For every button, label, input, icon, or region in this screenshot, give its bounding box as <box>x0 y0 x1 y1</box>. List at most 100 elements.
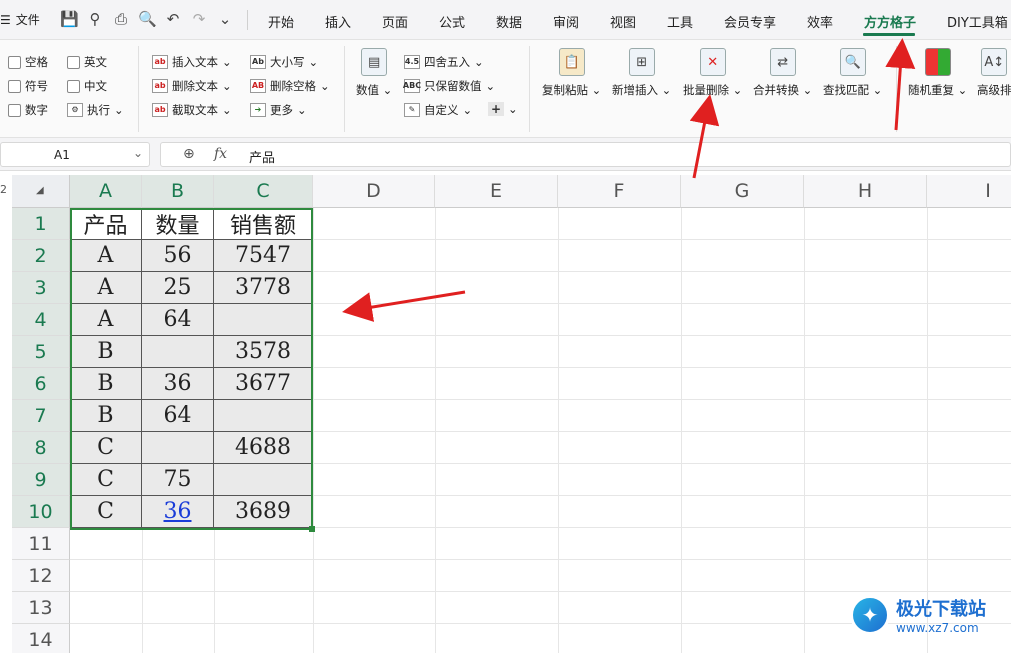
delete-space-button[interactable]: AB 删除空格 ⌄ <box>250 78 330 94</box>
advanced-sort-button[interactable]: A↕ 高级排 <box>977 48 1011 98</box>
cell-a6[interactable]: B <box>70 368 142 400</box>
chevron-down-icon[interactable]: ⌄ <box>216 10 234 28</box>
redo-icon[interactable]: ↷ <box>190 10 208 28</box>
row-header-1[interactable]: 1 <box>12 208 70 240</box>
cell-b8[interactable] <box>142 432 214 464</box>
batch-delete-button[interactable]: ✕ 批量删除 ⌄ <box>683 48 742 98</box>
name-box[interactable]: A1 ⌄ <box>0 142 150 167</box>
custom-button[interactable]: ✎ 自定义 ⌄ <box>404 102 472 118</box>
cell-a4[interactable]: A <box>70 304 142 336</box>
copy-paste-button[interactable]: 📋 复制粘贴 ⌄ <box>542 48 601 98</box>
column-header-c[interactable]: C <box>214 175 313 208</box>
row-header-14[interactable]: 14 <box>12 624 70 653</box>
cell-b3[interactable]: 25 <box>142 272 214 304</box>
row-header-7[interactable]: 7 <box>12 400 70 432</box>
checkbox-english[interactable]: 英文 <box>67 54 107 70</box>
cell-c10[interactable]: 3689 <box>214 496 313 528</box>
row-header-11[interactable]: 11 <box>12 528 70 560</box>
cell-a1[interactable]: 产品 <box>70 208 142 240</box>
format-painter-icon[interactable]: ⚲ <box>86 10 104 28</box>
column-header-h[interactable]: H <box>804 175 927 208</box>
column-header-g[interactable]: G <box>681 175 804 208</box>
case-button[interactable]: Ab 大小写 ⌄ <box>250 54 318 70</box>
keep-values-button[interactable]: ABC 只保留数值 ⌄ <box>403 78 495 94</box>
column-header-i[interactable]: I <box>927 175 1011 208</box>
tab-tools[interactable]: 工具 <box>667 12 693 31</box>
column-header-f[interactable]: F <box>558 175 681 208</box>
cell-b5[interactable] <box>142 336 214 368</box>
cell-a9[interactable]: C <box>70 464 142 496</box>
cell-b10[interactable]: 36 <box>142 496 214 528</box>
cell-b7[interactable]: 64 <box>142 400 214 432</box>
cell-b2[interactable]: 56 <box>142 240 214 272</box>
tab-view[interactable]: 视图 <box>610 12 636 31</box>
round-button[interactable]: 4.5 四舍五入 ⌄ <box>404 54 484 70</box>
row-header-2[interactable]: 2 <box>12 240 70 272</box>
tab-member[interactable]: 会员专享 <box>724 12 776 31</box>
cell-c3[interactable]: 3778 <box>214 272 313 304</box>
fx-icon[interactable]: fx <box>214 146 227 162</box>
row-header-6[interactable]: 6 <box>12 368 70 400</box>
fill-handle[interactable] <box>309 526 315 532</box>
tab-review[interactable]: 审阅 <box>553 12 579 31</box>
checkbox-symbol[interactable]: 符号 <box>8 78 48 94</box>
tab-efficiency[interactable]: 效率 <box>807 12 833 31</box>
extract-text-button[interactable]: ab 截取文本 ⌄ <box>152 102 232 118</box>
insert-text-button[interactable]: ab 插入文本 ⌄ <box>152 54 232 70</box>
row-header-8[interactable]: 8 <box>12 432 70 464</box>
cell-a8[interactable]: C <box>70 432 142 464</box>
select-all-corner[interactable]: ◢ <box>12 175 70 208</box>
checkbox-space[interactable]: 空格 <box>8 54 48 70</box>
undo-icon[interactable]: ↶ <box>164 10 182 28</box>
tab-home[interactable]: 开始 <box>268 12 294 31</box>
cell-c4[interactable] <box>214 304 313 336</box>
tab-formula[interactable]: 公式 <box>439 12 465 31</box>
column-header-e[interactable]: E <box>435 175 558 208</box>
cell-b6[interactable]: 36 <box>142 368 214 400</box>
execute-button[interactable]: ⚙ 执行 ⌄ <box>67 102 124 118</box>
tab-page[interactable]: 页面 <box>382 12 408 31</box>
print-icon[interactable]: ⎙ <box>112 10 130 28</box>
cell-a3[interactable]: A <box>70 272 142 304</box>
zoom-icon[interactable]: ⊕ <box>183 146 195 162</box>
formula-input[interactable]: ⊕ fx 产品 <box>160 142 1011 167</box>
cell-c8[interactable]: 4688 <box>214 432 313 464</box>
cell-c1[interactable]: 销售额 <box>214 208 313 240</box>
cell-c6[interactable]: 3677 <box>214 368 313 400</box>
tab-data[interactable]: 数据 <box>496 12 522 31</box>
find-match-button[interactable]: 🔍 查找匹配 ⌄ <box>823 48 882 98</box>
cell-c7[interactable] <box>214 400 313 432</box>
add-button[interactable]: + ⌄ <box>488 102 518 116</box>
cell-c2[interactable]: 7547 <box>214 240 313 272</box>
save-icon[interactable]: 💾 <box>60 10 79 28</box>
cell-b4[interactable]: 64 <box>142 304 214 336</box>
delete-text-button[interactable]: ab 删除文本 ⌄ <box>152 78 232 94</box>
column-header-a[interactable]: A <box>70 175 142 208</box>
numeric-button[interactable]: ▤ 数值 ⌄ <box>356 48 392 98</box>
cell-b1[interactable]: 数量 <box>142 208 214 240</box>
column-header-b[interactable]: B <box>142 175 214 208</box>
random-repeat-button[interactable]: 随机重复 ⌄ <box>908 48 967 98</box>
file-menu[interactable]: ☰ 文件 <box>0 11 40 28</box>
new-insert-button[interactable]: ⊞ 新增插入 ⌄ <box>612 48 671 98</box>
row-header-10[interactable]: 10 <box>12 496 70 528</box>
column-header-d[interactable]: D <box>313 175 435 208</box>
row-header-9[interactable]: 9 <box>12 464 70 496</box>
merge-convert-button[interactable]: ⇄ 合并转换 ⌄ <box>753 48 812 98</box>
row-header-12[interactable]: 12 <box>12 560 70 592</box>
cell-c9[interactable] <box>214 464 313 496</box>
print-preview-icon[interactable]: 🔍 <box>138 10 157 28</box>
row-header-3[interactable]: 3 <box>12 272 70 304</box>
cell-c5[interactable]: 3578 <box>214 336 313 368</box>
cell-a7[interactable]: B <box>70 400 142 432</box>
checkbox-number[interactable]: 数字 <box>8 102 48 118</box>
tab-fangfanggezi[interactable]: 方方格子 <box>864 12 916 31</box>
row-header-13[interactable]: 13 <box>12 592 70 624</box>
cell-a2[interactable]: A <box>70 240 142 272</box>
row-header-5[interactable]: 5 <box>12 336 70 368</box>
cell-a5[interactable]: B <box>70 336 142 368</box>
more-button[interactable]: ➔ 更多 ⌄ <box>250 102 307 118</box>
row-header-4[interactable]: 4 <box>12 304 70 336</box>
cell-b9[interactable]: 75 <box>142 464 214 496</box>
checkbox-chinese[interactable]: 中文 <box>67 78 107 94</box>
